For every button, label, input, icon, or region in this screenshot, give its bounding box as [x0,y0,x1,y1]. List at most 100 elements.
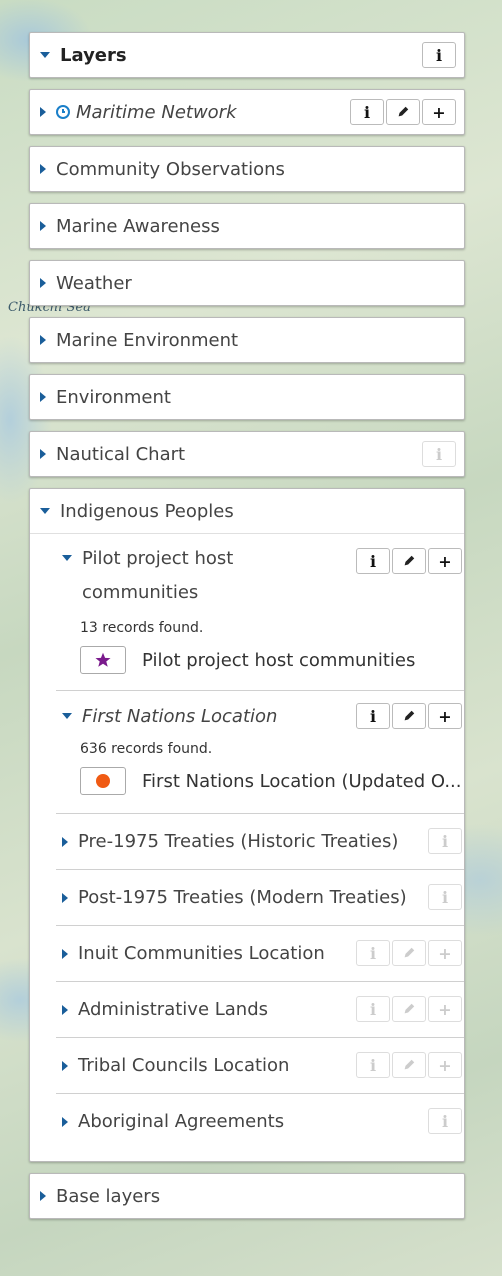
expand-icon[interactable] [40,107,46,117]
group-label: Weather [56,272,132,294]
group-header[interactable]: Weather [30,261,464,305]
group-header[interactable]: Marine Environment [30,318,464,362]
pencil-icon [404,1003,415,1014]
layer-header[interactable]: Tribal Councils Location i + [56,1038,464,1093]
expand-icon[interactable] [40,335,46,345]
layer-header[interactable]: Pre-1975 Treaties (Historic Treaties) i [56,814,464,869]
add-button[interactable]: + [428,996,462,1022]
expand-icon[interactable] [40,164,46,174]
pencil-icon [404,947,415,958]
add-button[interactable]: + [422,99,456,125]
add-button[interactable]: + [428,940,462,966]
pencil-icon [398,106,409,117]
group-header[interactable]: Indigenous Peoples [30,489,464,533]
info-button[interactable]: i [428,828,462,854]
legend-label: First Nations Location (Updated O... [142,770,462,792]
group-label: Environment [56,386,171,408]
layer-label: First Nations Location [82,705,278,727]
collapse-icon[interactable] [62,555,72,561]
layer-label: Pre-1975 Treaties (Historic Treaties) [78,831,399,852]
expand-icon[interactable] [62,892,68,903]
layer-label: Aboriginal Agreements [78,1111,285,1132]
add-button[interactable]: + [428,1052,462,1078]
group-label: Indigenous Peoples [60,500,234,522]
info-button[interactable]: i [350,99,384,125]
layer-header[interactable]: Pilot project host communities i + [56,534,464,610]
group-label: Base layers [56,1185,161,1207]
group-indigenous-peoples: Indigenous Peoples Pilot project host co… [29,488,465,1162]
legend-symbol[interactable] [80,646,126,674]
expand-icon[interactable] [40,392,46,402]
layers-info-button[interactable]: i [422,42,456,68]
info-button[interactable]: i [356,703,390,729]
info-button[interactable]: i [356,548,390,574]
group-header[interactable]: Community Observations [30,147,464,191]
layer-pre-1975-treaties: Pre-1975 Treaties (Historic Treaties) i [56,814,464,870]
layer-tribal-councils: Tribal Councils Location i + [56,1038,464,1094]
layers-panel: Layers i Maritime Network i + Community … [29,32,465,1230]
collapse-icon[interactable] [40,52,50,58]
group-maritime-network: Maritime Network i + [29,89,465,135]
star-icon [95,652,111,667]
group-weather: Weather [29,260,465,306]
group-environment: Environment [29,374,465,420]
pencil-icon [404,1059,415,1070]
layer-aboriginal-agreements: Aboriginal Agreements i [56,1094,464,1149]
group-header[interactable]: Base layers [30,1174,464,1218]
group-base-layers: Base layers [29,1173,465,1219]
info-button[interactable]: i [356,1052,390,1078]
group-header[interactable]: Environment [30,375,464,419]
pencil-icon [404,710,415,721]
edit-button[interactable] [386,99,420,125]
layer-header[interactable]: Administrative Lands i + [56,982,464,1037]
collapse-icon[interactable] [62,713,72,719]
layer-header[interactable]: Inuit Communities Location i + [56,926,464,981]
info-button[interactable]: i [422,441,456,467]
layers-header-card: Layers i [29,32,465,78]
expand-icon[interactable] [62,1116,68,1127]
layer-label: Inuit Communities Location [78,943,325,964]
info-button[interactable]: i [356,940,390,966]
info-button[interactable]: i [428,884,462,910]
info-button[interactable]: i [356,996,390,1022]
layer-header[interactable]: Post-1975 Treaties (Modern Treaties) i [56,870,464,925]
legend-label: Pilot project host communities [142,649,416,671]
layers-header[interactable]: Layers i [30,33,464,77]
group-label: Nautical Chart [56,443,186,465]
collapse-icon[interactable] [40,508,50,514]
expand-icon[interactable] [62,948,68,959]
edit-button[interactable] [392,548,426,574]
group-label: Marine Awareness [56,215,220,237]
expand-icon[interactable] [40,1191,46,1201]
layer-post-1975-treaties: Post-1975 Treaties (Modern Treaties) i [56,870,464,926]
expand-icon[interactable] [62,1060,68,1071]
group-marine-awareness: Marine Awareness [29,203,465,249]
group-maritime-network-header[interactable]: Maritime Network i + [30,90,464,134]
group-header[interactable]: Nautical Chart i [30,432,464,476]
group-nautical-chart: Nautical Chart i [29,431,465,477]
layer-header[interactable]: First Nations Location i + [56,691,464,741]
edit-button[interactable] [392,940,426,966]
edit-button[interactable] [392,996,426,1022]
group-header[interactable]: Marine Awareness [30,204,464,248]
expand-icon[interactable] [40,449,46,459]
group-label: Community Observations [56,158,285,180]
layer-label: Administrative Lands [78,999,269,1020]
expand-icon[interactable] [40,221,46,231]
layer-header[interactable]: Aboriginal Agreements i [56,1094,464,1149]
legend-symbol[interactable] [80,767,126,795]
expand-icon[interactable] [62,836,68,847]
add-button[interactable]: + [428,548,462,574]
group-community-observations: Community Observations [29,146,465,192]
group-label: Marine Environment [56,329,239,351]
layer-label: Pilot project host communities [82,548,234,603]
legend-item: Pilot project host communities [56,636,464,674]
expand-icon[interactable] [62,1004,68,1015]
edit-button[interactable] [392,703,426,729]
record-count: 636 records found. [80,741,213,757]
expand-icon[interactable] [40,278,46,288]
info-button[interactable]: i [428,1108,462,1134]
add-button[interactable]: + [428,703,462,729]
edit-button[interactable] [392,1052,426,1078]
layer-label: Tribal Councils Location [78,1055,290,1076]
